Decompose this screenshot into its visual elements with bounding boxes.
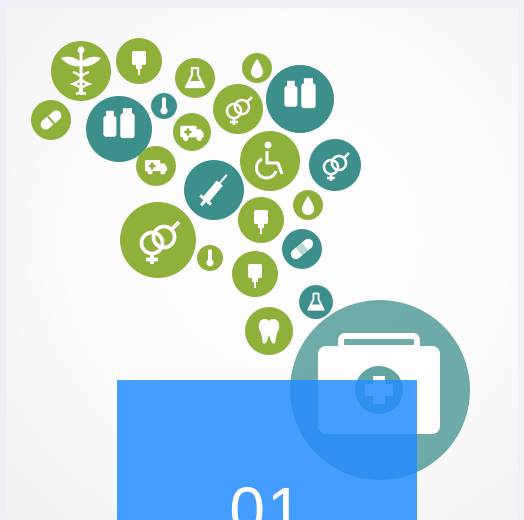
step-number: 01 [229, 474, 305, 520]
thermometer-icon [151, 93, 177, 119]
gender-symbols-icon [213, 84, 263, 134]
ambulance-icon [136, 146, 176, 186]
bandage-icon [282, 229, 322, 269]
tooth-icon [245, 307, 293, 355]
step-number-overlay: 01 [117, 380, 417, 520]
iv-bag-icon [232, 251, 278, 297]
caduceus-icon [51, 41, 111, 101]
thermometer-icon [197, 245, 223, 271]
flask-icon [175, 58, 215, 98]
syringe-icon [184, 160, 244, 220]
drop-icon [293, 190, 323, 220]
medicine-bottles-icon [266, 65, 334, 133]
illustration-card: 01 [6, 8, 518, 520]
iv-bag-icon [238, 197, 284, 243]
gender-symbols-icon [309, 139, 361, 191]
ambulance-icon [173, 113, 211, 151]
flask-icon [299, 285, 333, 319]
pill-icon [31, 100, 71, 140]
drop-icon [242, 53, 272, 83]
gender-symbols-icon [120, 202, 196, 278]
iv-bag-icon [116, 38, 162, 84]
wheelchair-icon [240, 131, 300, 191]
